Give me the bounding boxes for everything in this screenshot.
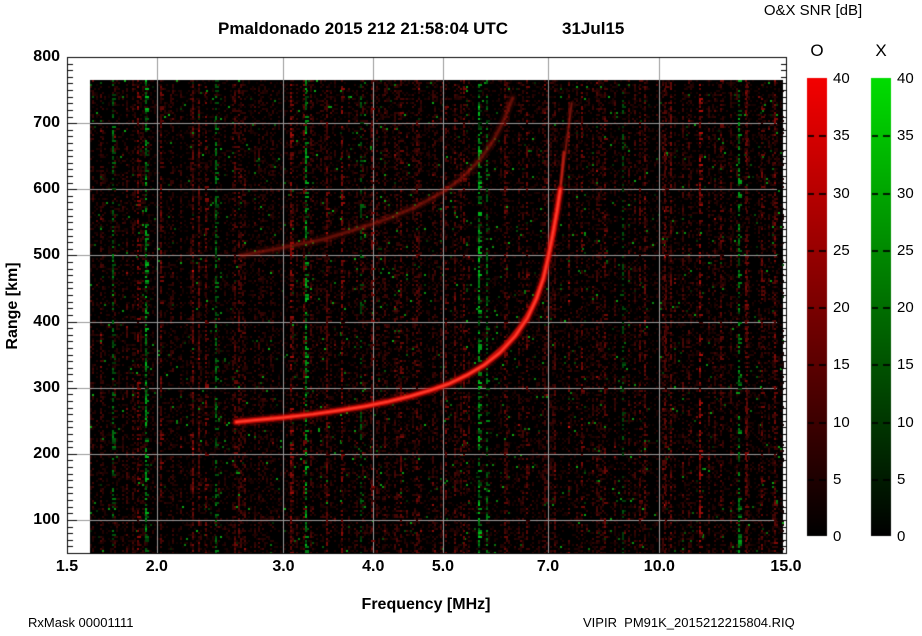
x-colorbar-tick-label: 40 [897, 70, 922, 87]
x-colorbar-tick-label: 10 [897, 414, 922, 431]
o-colorbar-tick-label: 5 [833, 471, 867, 488]
x-tick-label: 1.5 [39, 558, 95, 576]
y-tick-label: 700 [16, 114, 60, 132]
y-tick-label: 600 [16, 180, 60, 198]
o-colorbar-tick-label: 35 [833, 127, 867, 144]
o-colorbar-tick-label: 15 [833, 356, 867, 373]
x-tick-label: 15.0 [758, 558, 814, 576]
x-tick-label: 5.0 [415, 558, 471, 576]
x-tick-label: 4.0 [345, 558, 401, 576]
x-tick-label: 3.0 [255, 558, 311, 576]
o-colorbar-tick-label: 20 [833, 299, 867, 316]
colorbar-title: O&X SNR [dB] [713, 2, 913, 19]
y-tick-label: 500 [16, 246, 60, 264]
o-colorbar-tick-label: 30 [833, 185, 867, 202]
x-colorbar-tick-label: 20 [897, 299, 922, 316]
o-colorbar-tick-label: 0 [833, 528, 867, 545]
x-colorbar-tick-label: 5 [897, 471, 922, 488]
x-tick-label: 7.0 [520, 558, 576, 576]
x-colorbar-tick-label: 0 [897, 528, 922, 545]
x-tick-label: 10.0 [631, 558, 687, 576]
o-colorbar-header: O [807, 41, 827, 61]
x-colorbar-tick-label: 35 [897, 127, 922, 144]
y-tick-label: 100 [16, 511, 60, 529]
x-colorbar-tick-label: 15 [897, 356, 922, 373]
plot-title: Pmaldonado 2015 212 21:58:04 UTC [218, 19, 508, 39]
rxmask-annotation: RxMask 00001111 [28, 615, 134, 630]
y-tick-label: 800 [16, 48, 60, 66]
ionogram-app: Pmaldonado 2015 212 21:58:04 UTC 31Jul15… [0, 0, 922, 636]
y-tick-label: 200 [16, 445, 60, 463]
x-colorbar-tick-label: 30 [897, 185, 922, 202]
x-colorbar-header: X [871, 41, 891, 61]
x-tick-label: 2.0 [129, 558, 185, 576]
filename-annotation: VIPIR PM91K_2015212215804.RIQ [583, 615, 795, 630]
o-colorbar-tick-label: 40 [833, 70, 867, 87]
plot-date: 31Jul15 [562, 19, 624, 39]
y-tick-label: 300 [16, 379, 60, 397]
o-colorbar-tick-label: 25 [833, 242, 867, 259]
y-axis-title: Range [km] [4, 260, 22, 352]
o-colorbar-tick-label: 10 [833, 414, 867, 431]
x-axis-title: Frequency [MHz] [326, 596, 526, 614]
y-tick-label: 400 [16, 313, 60, 331]
x-colorbar-tick-label: 25 [897, 242, 922, 259]
ionogram-plot-canvas [0, 0, 922, 636]
